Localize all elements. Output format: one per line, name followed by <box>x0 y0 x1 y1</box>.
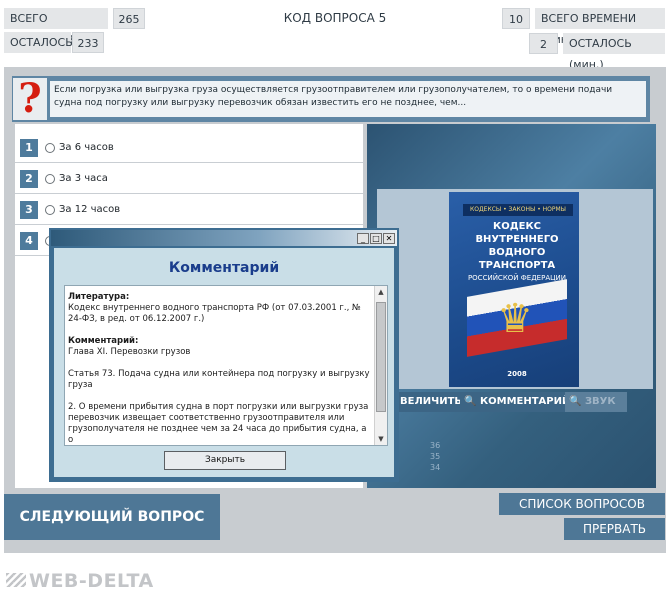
abort-button[interactable]: ПРЕРВАТЬ <box>564 518 665 540</box>
book-cover-image: КОДЕКСЫ • ЗАКОНЫ • НОРМЫ КОДЕКС ВНУТРЕНН… <box>449 192 579 387</box>
maximize-icon[interactable]: □ <box>370 233 382 244</box>
answer-text: За 6 часов <box>59 142 114 153</box>
paragraph-text: 2. О времени прибытия судна в порт погру… <box>68 402 369 442</box>
answer-radio[interactable] <box>45 174 55 184</box>
media-toolbar: ВЕЛИЧИТЬ 🔍 КОММЕНТАРИЙ 🔍 ЗВУК <box>396 392 656 412</box>
comment-text: Литература: Кодекс внутреннего водного тр… <box>68 292 373 442</box>
search-icon: 🔍 <box>464 396 480 407</box>
answer-number: 2 <box>20 170 38 188</box>
question-text: Если погрузка или выгрузка груза осущест… <box>50 81 646 117</box>
literature-label: Литература: <box>68 292 130 302</box>
dialog-body: Комментарий Литература: Кодекс внутреннег… <box>54 248 394 477</box>
total-time-label: ВСЕГО ВРЕМЕНИ (мин.) <box>535 8 665 46</box>
logo-mark-icon <box>6 573 26 587</box>
comment-label: Комментарий: <box>68 336 139 346</box>
question-list-button[interactable]: СПИСОК ВОПРОСОВ <box>499 493 665 515</box>
article-text: Статья 73. Подача судна или контейнера п… <box>68 369 370 390</box>
search-icon: 🔍 <box>569 396 585 407</box>
remaining-label: ОСТАЛОСЬ <box>4 32 73 53</box>
book-year: 2008 <box>507 370 527 378</box>
answer-radio[interactable] <box>45 143 55 153</box>
close-button[interactable]: Закрыть <box>164 451 286 470</box>
side-numbers: 36 35 34 <box>430 440 440 473</box>
total-time-value: 10 <box>502 8 530 29</box>
comment-button[interactable]: 🔍 КОММЕНТАРИЙ <box>460 392 575 412</box>
answer-text: За 12 часов <box>59 204 121 215</box>
close-icon[interactable]: ✕ <box>383 233 395 244</box>
time-remaining-value: 2 <box>529 33 558 54</box>
next-question-button[interactable]: СЛЕДУЮЩИЙ ВОПРОС <box>4 494 220 540</box>
question-mark-icon: ? <box>13 78 47 120</box>
comment-button-label: КОММЕНТАРИЙ <box>479 396 571 407</box>
scroll-down-icon[interactable]: ▼ <box>375 433 387 445</box>
comment-text-value: Глава XI. Перевозки грузов <box>68 347 191 357</box>
answer-option-2[interactable]: 2 За 3 часа <box>15 165 363 194</box>
comment-text-area[interactable]: Литература: Кодекс внутреннего водного тр… <box>64 285 388 446</box>
sound-button-label: ЗВУК <box>584 396 616 407</box>
minimize-icon[interactable]: _ <box>357 233 369 244</box>
book-title: КОДЕКС ВНУТРЕННЕГО ВОДНОГО ТРАНСПОРТА <box>475 221 559 271</box>
sound-button[interactable]: 🔍 ЗВУК <box>565 392 627 412</box>
answer-option-1[interactable]: 1 За 6 часов <box>15 134 363 163</box>
side-number: 34 <box>430 463 441 472</box>
total-questions-label: ВСЕГО ВОПРОСОВ <box>4 8 108 46</box>
book-series: КОДЕКСЫ • ЗАКОНЫ • НОРМЫ <box>463 204 573 216</box>
time-remaining-label: ОСТАЛОСЬ (мин.) <box>563 33 665 71</box>
literature-text: Кодекс внутреннего водного транспорта РФ… <box>68 303 361 324</box>
logo-text: WEB-DELTA <box>29 570 154 592</box>
answer-option-3[interactable]: 3 За 12 часов <box>15 196 363 225</box>
comment-dialog: _ □ ✕ Комментарий Литература: Кодекс внут… <box>49 228 399 482</box>
question-code: КОД ВОПРОСА 5 <box>283 11 387 25</box>
coat-of-arms-icon: ♛ <box>497 296 533 342</box>
scrollbar[interactable]: ▲ ▼ <box>374 286 387 445</box>
side-number: 36 <box>430 441 441 450</box>
remaining-value: 233 <box>72 32 104 53</box>
total-questions-value: 265 <box>113 8 145 29</box>
answer-number: 4 <box>20 232 38 250</box>
answer-radio[interactable] <box>45 205 55 215</box>
answer-text: За 3 часа <box>59 173 108 184</box>
dialog-titlebar[interactable]: _ □ ✕ <box>51 230 397 246</box>
answer-number: 1 <box>20 139 38 157</box>
scroll-up-icon[interactable]: ▲ <box>375 286 387 298</box>
enlarge-button[interactable]: ВЕЛИЧИТЬ <box>396 392 467 412</box>
side-number: 35 <box>430 452 441 461</box>
dialog-title: Комментарий <box>168 260 280 276</box>
answer-number: 3 <box>20 201 38 219</box>
scrollbar-thumb[interactable] <box>376 302 386 412</box>
logo: WEB-DELTA <box>6 570 154 592</box>
